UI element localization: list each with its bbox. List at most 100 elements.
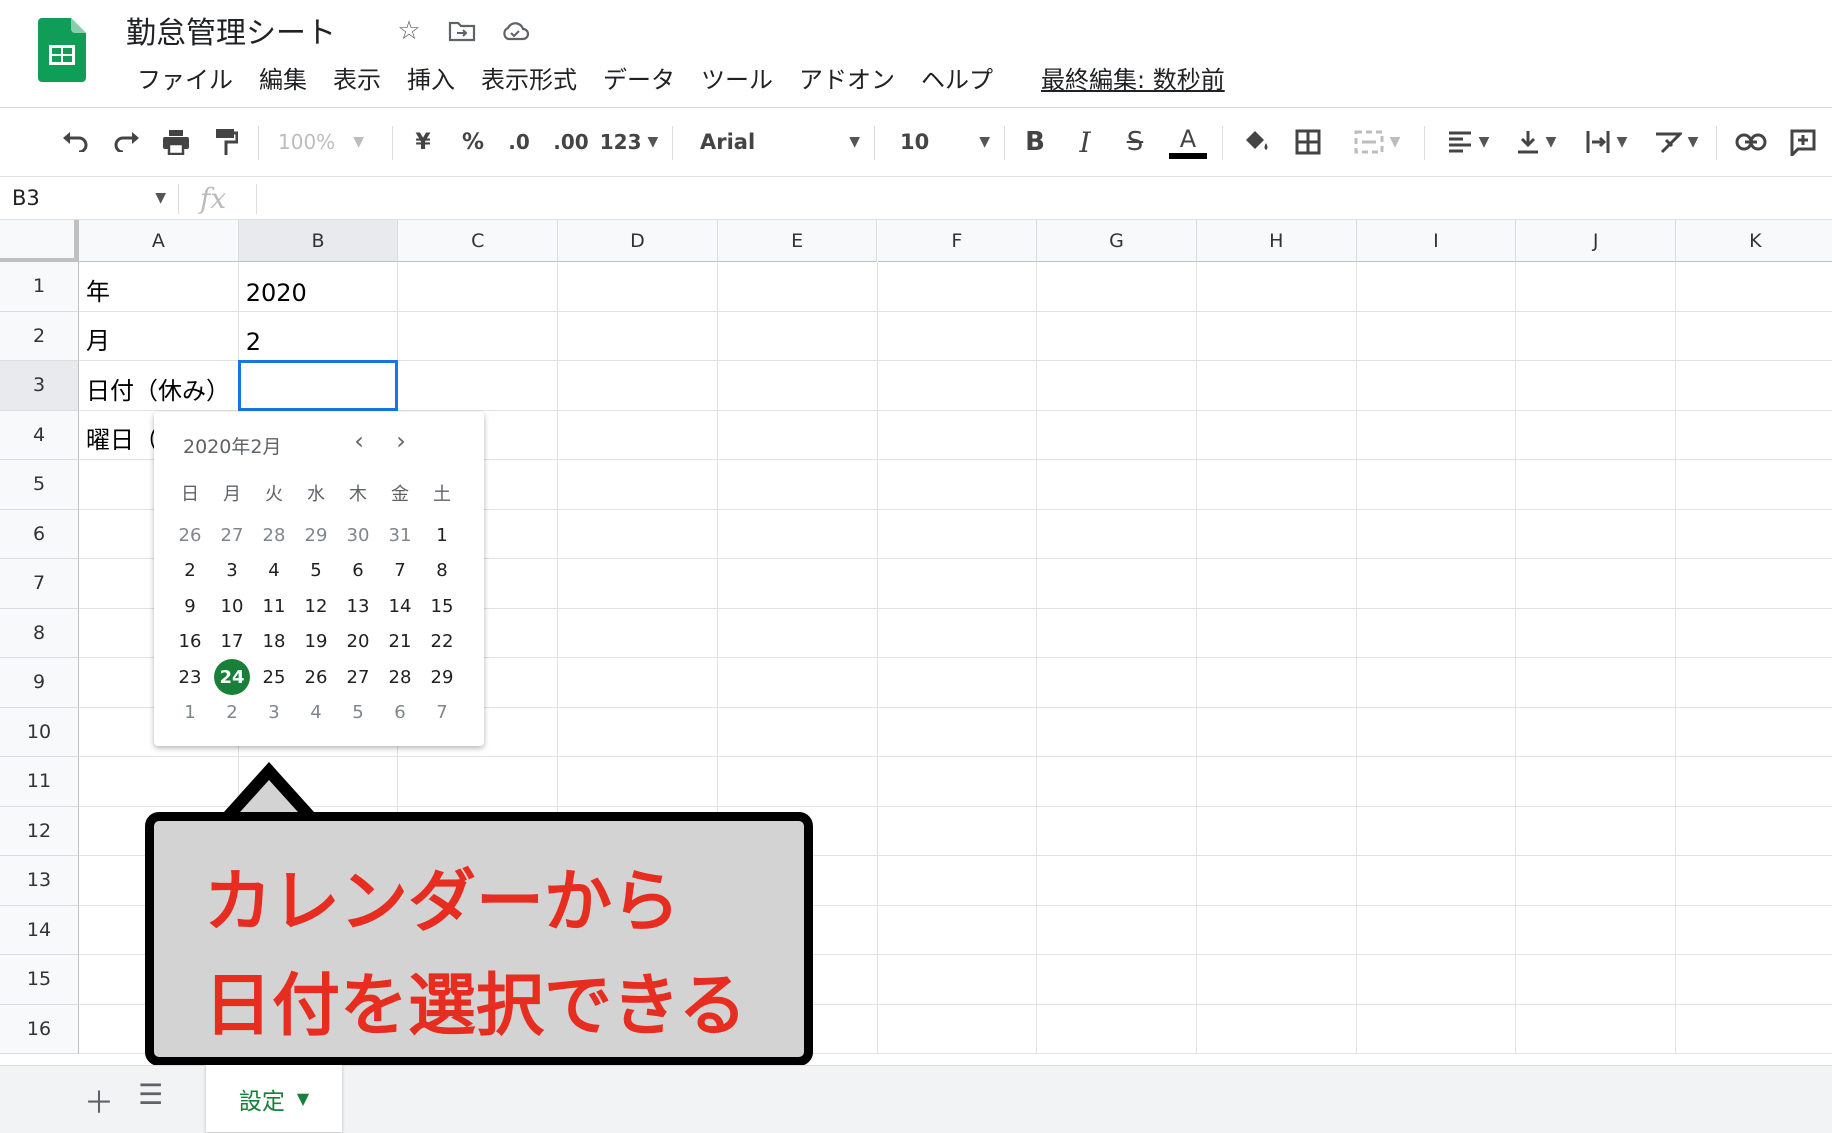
column-header-f[interactable]: F	[877, 220, 1038, 262]
date-cell[interactable]: 22	[421, 625, 463, 659]
horizontal-align-icon[interactable]: ▼	[1440, 122, 1496, 162]
menu-help[interactable]: ヘルプ	[908, 62, 1006, 98]
name-box[interactable]: B3 ▼	[0, 178, 178, 218]
sheets-logo-icon[interactable]	[38, 18, 86, 82]
menu-tools[interactable]: ツール	[688, 62, 786, 98]
font-size-select[interactable]: 10 ▼	[900, 122, 990, 162]
star-icon[interactable]: ☆	[392, 14, 426, 48]
date-cell[interactable]: 27	[337, 660, 379, 694]
date-cell[interactable]: 14	[379, 589, 421, 623]
number-format-button[interactable]: 123 ▼	[600, 122, 659, 162]
row-header-3[interactable]: 3	[0, 361, 79, 411]
column-header-c[interactable]: C	[398, 220, 559, 262]
date-cell-selected[interactable]: 24	[211, 659, 253, 695]
date-cell[interactable]: 6	[379, 696, 421, 730]
row-header-12[interactable]: 12	[0, 806, 79, 856]
date-cell[interactable]: 2	[169, 554, 211, 588]
menu-addons[interactable]: アドオン	[786, 62, 908, 98]
text-color-button[interactable]: A	[1168, 122, 1208, 162]
date-cell[interactable]: 17	[211, 625, 253, 659]
insert-link-icon[interactable]	[1732, 122, 1770, 162]
menu-format[interactable]: 表示形式	[468, 62, 590, 98]
date-cell[interactable]: 27	[211, 518, 253, 552]
date-cell[interactable]: 5	[295, 554, 337, 588]
row-header-14[interactable]: 14	[0, 905, 79, 955]
date-cell[interactable]: 2	[211, 696, 253, 730]
date-cell[interactable]: 31	[379, 518, 421, 552]
date-cell[interactable]: 18	[253, 625, 295, 659]
row-header-8[interactable]: 8	[0, 608, 79, 658]
date-cell[interactable]: 10	[211, 589, 253, 623]
date-cell[interactable]: 9	[169, 589, 211, 623]
row-header-5[interactable]: 5	[0, 460, 79, 510]
column-header-k[interactable]: K	[1676, 220, 1832, 262]
date-cell[interactable]: 26	[295, 660, 337, 694]
document-title[interactable]: 勤怠管理シート	[126, 8, 336, 52]
sheet-tab-settings[interactable]: 設定 ▼	[206, 1065, 342, 1132]
last-edit-link[interactable]: 最終編集: 数秒前	[1028, 62, 1238, 98]
cell-a2[interactable]: 月	[79, 312, 239, 362]
insert-comment-icon[interactable]	[1784, 122, 1822, 162]
row-header-7[interactable]: 7	[0, 559, 79, 609]
row-header-1[interactable]: 1	[0, 262, 79, 312]
redo-icon[interactable]	[106, 122, 146, 162]
date-cell[interactable]: 5	[337, 696, 379, 730]
increase-decimal-button[interactable]: .00	[550, 122, 592, 162]
date-cell[interactable]: 13	[337, 589, 379, 623]
date-cell[interactable]: 1	[169, 696, 211, 730]
menu-edit[interactable]: 編集	[246, 62, 320, 98]
row-header-11[interactable]: 11	[0, 757, 79, 807]
chevron-right-icon[interactable]: ›	[386, 426, 416, 456]
vertical-align-icon[interactable]: ▼	[1508, 122, 1564, 162]
date-cell[interactable]: 4	[295, 696, 337, 730]
date-cell[interactable]: 3	[253, 696, 295, 730]
cell-a1[interactable]: 年	[79, 262, 239, 312]
date-cell[interactable]: 28	[253, 518, 295, 552]
fill-color-icon[interactable]	[1238, 122, 1274, 162]
undo-icon[interactable]	[56, 122, 96, 162]
date-cell[interactable]: 28	[379, 660, 421, 694]
date-cell[interactable]: 19	[295, 625, 337, 659]
row-header-4[interactable]: 4	[0, 410, 79, 460]
column-header-e[interactable]: E	[717, 220, 878, 262]
date-cell[interactable]: 23	[169, 660, 211, 694]
column-header-j[interactable]: J	[1516, 220, 1676, 262]
column-header-b[interactable]: B	[238, 220, 399, 262]
row-header-6[interactable]: 6	[0, 509, 79, 559]
italic-button[interactable]: I	[1070, 122, 1100, 162]
row-header-9[interactable]: 9	[0, 658, 79, 708]
date-cell[interactable]: 16	[169, 625, 211, 659]
date-cell[interactable]: 29	[421, 660, 463, 694]
paint-format-icon[interactable]	[206, 122, 246, 162]
chevron-left-icon[interactable]: ‹	[344, 426, 374, 456]
date-cell[interactable]: 21	[379, 625, 421, 659]
column-header-g[interactable]: G	[1037, 220, 1197, 262]
currency-format-button[interactable]: ¥	[408, 122, 438, 162]
bold-button[interactable]: B	[1020, 122, 1050, 162]
date-cell[interactable]: 30	[337, 518, 379, 552]
date-cell[interactable]: 25	[253, 660, 295, 694]
row-header-15[interactable]: 15	[0, 955, 79, 1005]
all-sheets-icon[interactable]: ☰	[138, 1078, 163, 1111]
column-header-h[interactable]: H	[1196, 220, 1357, 262]
text-wrapping-icon[interactable]: ▼	[1578, 122, 1634, 162]
text-rotation-icon[interactable]: ▼	[1648, 122, 1704, 162]
date-cell[interactable]: 7	[421, 696, 463, 730]
cloud-status-icon[interactable]	[498, 14, 532, 48]
date-cell[interactable]: 29	[295, 518, 337, 552]
date-cell[interactable]: 15	[421, 589, 463, 623]
menu-insert[interactable]: 挿入	[394, 62, 468, 98]
cell-b1[interactable]: 2020	[239, 262, 399, 312]
row-header-16[interactable]: 16	[0, 1004, 79, 1054]
date-cell[interactable]: 1	[421, 518, 463, 552]
column-header-d[interactable]: D	[558, 220, 718, 262]
print-icon[interactable]	[156, 122, 196, 162]
date-cell[interactable]: 11	[253, 589, 295, 623]
percent-format-button[interactable]: %	[458, 122, 488, 162]
date-cell[interactable]: 20	[337, 625, 379, 659]
date-cell[interactable]: 8	[421, 554, 463, 588]
menu-view[interactable]: 表示	[320, 62, 394, 98]
row-header-10[interactable]: 10	[0, 707, 79, 757]
menu-data[interactable]: データ	[590, 62, 688, 98]
row-header-2[interactable]: 2	[0, 311, 79, 361]
